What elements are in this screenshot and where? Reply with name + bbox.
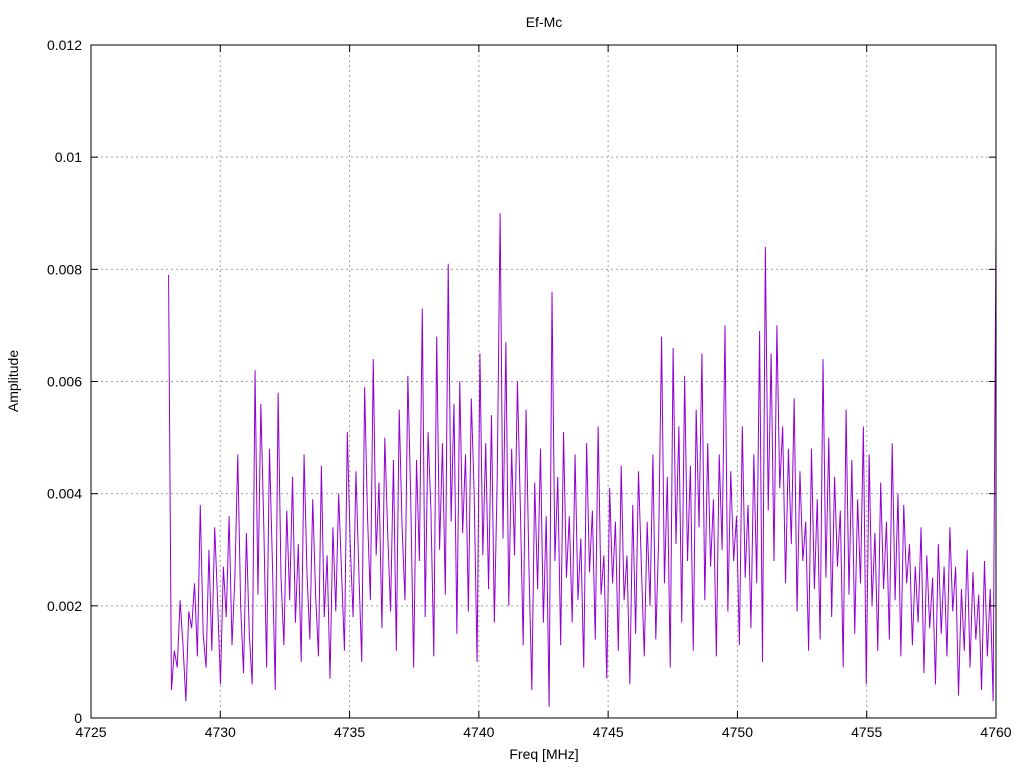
x-axis-label: Freq [MHz] [509,746,578,762]
y-tick-label: 0.01 [55,149,82,165]
y-tick-label: 0.006 [47,374,82,390]
x-tick-label: 4755 [851,724,882,740]
y-tick-label: 0.012 [47,37,82,53]
y-tick-label: 0.002 [47,598,82,614]
x-tick-label: 4750 [722,724,753,740]
series-line-ef-mc [168,213,997,707]
y-axis-label: Amplitude [5,350,21,412]
x-tick-label: 4730 [205,724,236,740]
y-tick-label: 0.004 [47,486,82,502]
x-tick-label: 4735 [334,724,365,740]
y-tick-label: 0.008 [47,261,82,277]
chart: 4725 4730 4735 4740 4745 4750 4755 4760 0 0.002 0.… [5,14,1012,762]
x-tick-label: 4745 [593,724,624,740]
y-tick-label: 0 [74,710,82,726]
chart-title: Ef-Mc [526,14,563,30]
x-tick-label: 4740 [463,724,494,740]
x-tick-label: 4760 [980,724,1011,740]
x-tick-label: 4725 [75,724,106,740]
